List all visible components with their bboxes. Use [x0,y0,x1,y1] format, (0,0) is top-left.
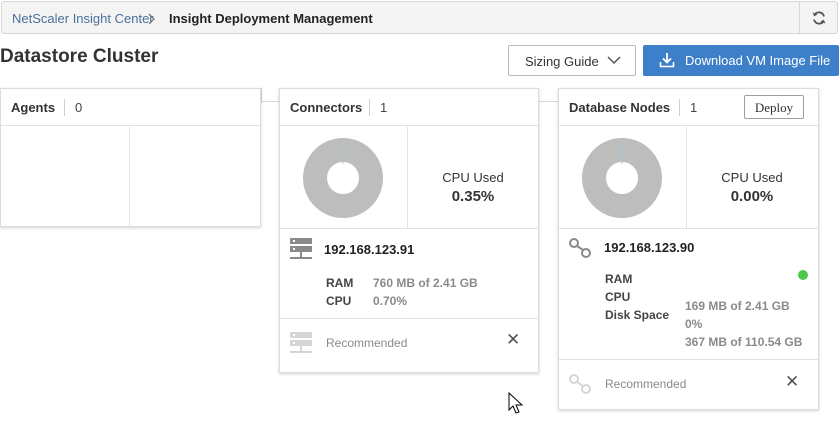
column-divider [407,127,408,228]
ram-value: 169 MB of 2.41 GB [685,299,790,313]
link-line [261,88,262,102]
database-nodes-count: 1 [690,100,698,115]
server-icon [290,238,312,259]
database-nodes-title: Database Nodes [569,100,671,115]
link-line [261,101,281,102]
close-icon[interactable]: ✕ [506,331,520,348]
agents-card-header: Agents 0 [1,89,260,126]
connector-ip: 192.168.123.91 [324,242,415,257]
database-nodes-card: Database Nodes 1 Deploy CPU Used 0.00% 1… [558,88,819,410]
header-divider [64,99,65,116]
ram-value: 760 MB of 2.41 GB [373,276,478,290]
breadcrumb-current: Insight Deployment Management [169,11,373,26]
cpu-used-value: 0.00% [730,188,774,205]
database-nodes-card-header: Database Nodes 1 Deploy [559,89,818,126]
agents-card: Agents 0 [0,88,261,227]
deploy-button[interactable]: Deploy [744,95,804,119]
cpu-donut-chart [582,138,662,218]
server-icon [290,332,312,353]
recommended-label: Recommended [326,336,408,350]
connectors-card: Connectors 1 CPU Used 0.35% 192.168.123.… [279,88,539,373]
disk-space-label: Disk Space [605,308,670,322]
cpu-label: CPU [326,294,352,308]
chevron-right-icon [148,13,155,25]
connectors-card-header: Connectors 1 [280,89,538,126]
page-title: Datastore Cluster [0,46,159,67]
disk-space-value: 367 MB of 110.54 GB [685,335,803,349]
download-vm-image-button[interactable]: Download VM Image File [643,45,839,76]
database-node-ip: 192.168.123.90 [604,240,695,255]
mouse-cursor-icon [508,392,524,414]
agents-title: Agents [11,100,56,115]
header-divider [369,99,370,116]
section-divider [559,228,818,229]
refresh-button[interactable] [799,2,837,33]
section-divider [559,359,818,360]
ram-label: RAM [605,272,633,286]
close-icon[interactable]: ✕ [785,373,799,390]
connectors-count: 1 [380,100,388,115]
link-node-icon [569,374,591,394]
chevron-down-icon [607,56,621,65]
cpu-used-label: CPU Used [442,170,504,185]
link-line [539,101,558,102]
recommended-label: Recommended [605,377,687,391]
cpu-donut-chart [303,138,383,218]
sizing-guide-select[interactable]: Sizing Guide [508,45,636,76]
section-divider [280,228,538,229]
connectors-title: Connectors [290,100,363,115]
breadcrumb-root-link[interactable]: NetScaler Insight Center [12,11,154,26]
section-divider [280,318,538,319]
link-node-icon [569,238,591,258]
column-divider [686,127,687,228]
download-icon [659,53,675,68]
agents-count: 0 [75,100,83,115]
download-label: Download VM Image File [685,53,831,68]
cpu-used-value: 0.35% [451,188,495,205]
cpu-label: CPU [605,290,631,304]
column-divider [129,127,130,227]
cpu-value: 0% [685,317,703,331]
sizing-guide-value: Sizing Guide [525,54,599,69]
status-indicator [798,270,808,280]
breadcrumb-bar: NetScaler Insight Center Insight Deploym… [1,1,838,34]
header-divider [679,99,680,116]
ram-label: RAM [326,276,354,290]
refresh-icon [812,10,825,25]
cpu-used-label: CPU Used [721,170,783,185]
cpu-value: 0.70% [373,294,408,308]
